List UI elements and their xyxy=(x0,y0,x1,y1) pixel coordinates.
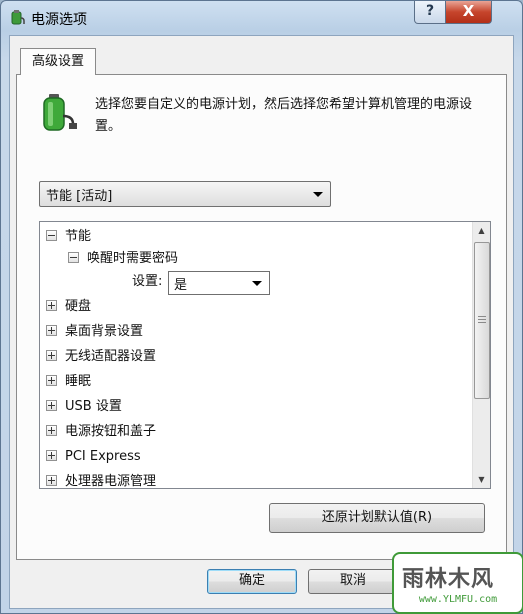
grip-line xyxy=(478,319,486,320)
window-title: 电源选项 xyxy=(31,12,87,28)
power-options-window: 电源选项 ? X 高级设置 选择您要自定义的电源计划，然后选择您希望计算机管理的… xyxy=(0,0,523,614)
tree-item-label: 电源按钮和盖子 xyxy=(65,424,157,439)
title-bar[interactable]: 电源选项 ? X xyxy=(1,1,522,33)
expand-icon[interactable] xyxy=(46,450,57,461)
advanced-settings-panel: 选择您要自定义的电源计划，然后选择您希望计算机管理的电源设置。 节能 [活动] … xyxy=(16,74,507,560)
tree-item-label: 唤醒时需要密码 xyxy=(87,251,179,266)
expand-icon[interactable] xyxy=(46,400,57,411)
watermark-url: www.YLMFU.com xyxy=(418,594,498,605)
restore-defaults-button[interactable]: 还原计划默认值(R) xyxy=(269,503,485,533)
vertical-scrollbar[interactable]: ▲ ▼ xyxy=(472,222,490,488)
power-options-icon xyxy=(11,10,25,25)
tree-item-desktop-background[interactable]: 桌面背景设置 xyxy=(46,321,143,343)
tree-item-label: 硬盘 xyxy=(65,299,92,314)
tree-item-label: 睡眠 xyxy=(65,374,92,389)
tree-item-hard-disk[interactable]: 硬盘 xyxy=(46,296,91,318)
tree-item-label: 无线适配器设置 xyxy=(65,349,157,364)
power-plan-select[interactable]: 节能 [活动] xyxy=(39,181,331,207)
tree-item-sleep[interactable]: 睡眠 xyxy=(46,371,91,393)
tree-item-usb-settings[interactable]: USB 设置 xyxy=(46,396,122,418)
tree-item-power-saver[interactable]: 节能 xyxy=(46,226,91,248)
battery-plug-icon xyxy=(43,94,77,131)
scrollbar-thumb[interactable] xyxy=(474,242,490,399)
close-button[interactable]: X xyxy=(445,1,492,24)
chevron-down-icon xyxy=(252,281,262,286)
tree-item-label: 节能 xyxy=(65,229,92,244)
expand-icon[interactable] xyxy=(46,375,57,386)
watermark-logo: 雨林木风 www.YLMFU.com xyxy=(392,552,523,614)
expand-icon[interactable] xyxy=(46,425,57,436)
scroll-up-icon[interactable]: ▲ xyxy=(473,222,490,239)
help-button[interactable]: ? xyxy=(414,1,446,24)
scroll-down-icon[interactable]: ▼ xyxy=(473,471,490,488)
tab-advanced-settings[interactable]: 高级设置 xyxy=(20,48,96,75)
tree-item-wake-password[interactable]: 唤醒时需要密码 xyxy=(68,248,178,270)
panel-description: 选择您要自定义的电源计划，然后选择您希望计算机管理的电源设置。 xyxy=(95,97,473,134)
collapse-icon[interactable] xyxy=(68,252,79,263)
settings-tree[interactable]: 节能 唤醒时需要密码 设置: 是 硬盘 桌面背景设置 无线适配器设置 睡眠 US… xyxy=(39,221,491,489)
tree-item-pci-express[interactable]: PCI Express xyxy=(46,446,141,468)
power-plan-value: 节能 [活动] xyxy=(46,189,113,204)
watermark-text: 雨林木风 xyxy=(402,567,495,592)
expand-icon[interactable] xyxy=(46,300,57,311)
tree-item-label: USB 设置 xyxy=(65,399,122,414)
expand-icon[interactable] xyxy=(46,475,57,486)
tree-item-label: 处理器电源管理 xyxy=(65,474,157,489)
tree-item-label: 桌面背景设置 xyxy=(65,324,144,339)
chevron-down-icon xyxy=(313,192,323,197)
grip-line xyxy=(478,316,486,317)
wake-password-setting-select[interactable]: 是 xyxy=(168,271,270,295)
tree-item-power-buttons-lid[interactable]: 电源按钮和盖子 xyxy=(46,421,156,443)
cancel-button[interactable]: 取消 xyxy=(308,569,398,594)
tree-item-label: PCI Express xyxy=(65,449,141,464)
collapse-icon[interactable] xyxy=(46,230,57,241)
expand-icon[interactable] xyxy=(46,350,57,361)
setting-label: 设置: xyxy=(132,274,163,289)
expand-icon[interactable] xyxy=(46,325,57,336)
dialog-content: 高级设置 选择您要自定义的电源计划，然后选择您希望计算机管理的电源设置。 节能 … xyxy=(9,35,514,609)
tree-item-processor-power[interactable]: 处理器电源管理 xyxy=(46,471,157,489)
ok-button[interactable]: 确定 xyxy=(207,569,297,594)
grip-line xyxy=(478,322,486,323)
tree-item-wireless-adapter[interactable]: 无线适配器设置 xyxy=(46,346,156,368)
setting-select-value: 是 xyxy=(174,278,188,293)
